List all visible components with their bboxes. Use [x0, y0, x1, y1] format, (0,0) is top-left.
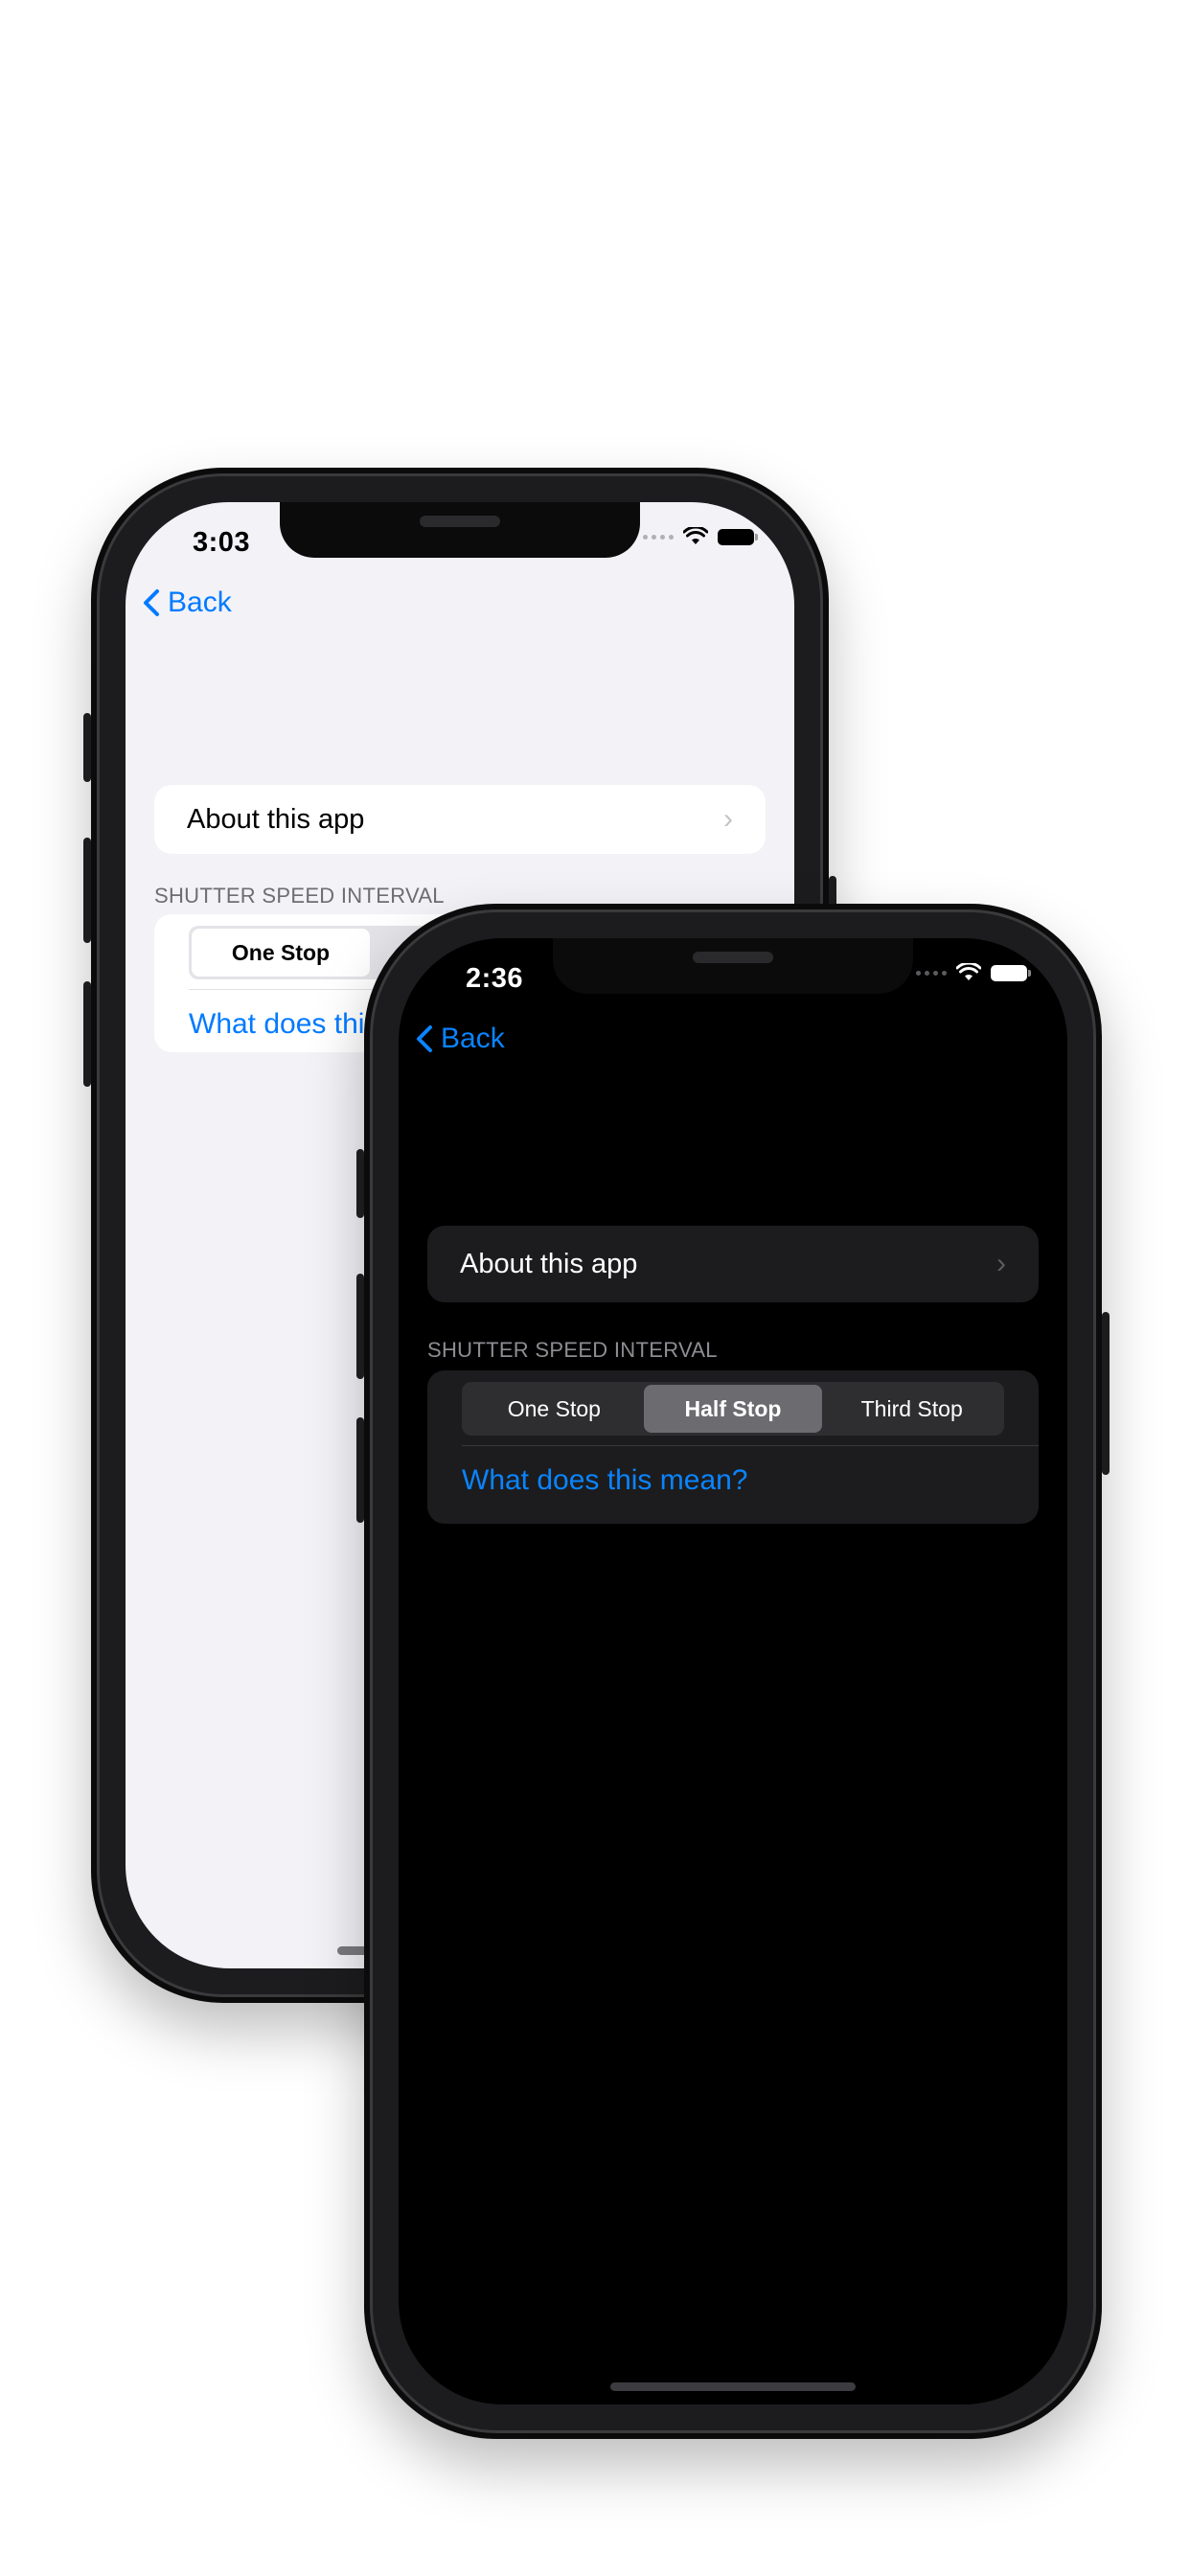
- segment-half-stop[interactable]: Half Stop: [643, 1385, 823, 1433]
- chevron-right-icon: ›: [723, 803, 733, 835]
- shutter-interval-card: One Stop Half Stop Third Stop What does …: [427, 1370, 1039, 1524]
- wifi-icon: [956, 963, 981, 980]
- about-app-row[interactable]: About this app ›: [427, 1226, 1039, 1302]
- status-time: 2:36: [466, 963, 524, 994]
- mute-switch: [83, 713, 91, 782]
- status-icons: [643, 527, 758, 546]
- volume-down-button: [356, 1417, 364, 1523]
- back-label: Back: [168, 586, 232, 618]
- wifi-icon: [683, 527, 708, 544]
- about-app-row[interactable]: About this app ›: [154, 785, 766, 854]
- volume-up-button: [356, 1274, 364, 1379]
- status-icons: [916, 963, 1031, 982]
- battery-icon: [718, 528, 758, 545]
- cellular-dots-icon: [916, 970, 947, 976]
- what-does-this-mean-link[interactable]: What does this: [189, 1008, 378, 1041]
- row-divider: [462, 1445, 1039, 1446]
- chevron-right-icon: ›: [996, 1248, 1006, 1279]
- chevron-left-icon: [417, 1025, 432, 1052]
- back-button[interactable]: Back: [143, 586, 232, 619]
- battery-icon: [991, 964, 1031, 981]
- home-indicator: [610, 2382, 856, 2391]
- notch: [553, 938, 913, 994]
- back-label: Back: [441, 1023, 505, 1054]
- power-button: [1102, 1312, 1110, 1475]
- section-header: SHUTTER SPEED INTERVAL: [427, 1338, 718, 1362]
- about-app-label: About this app: [460, 1248, 638, 1279]
- dark-mode-phone: 2:36 Back About this app › SHUTTER SPEED…: [356, 904, 1110, 2439]
- dark-screen: 2:36 Back About this app › SHUTTER SPEED…: [399, 938, 1067, 2404]
- mute-switch: [356, 1149, 364, 1218]
- status-time: 3:03: [193, 527, 251, 558]
- cellular-dots-icon: [643, 534, 674, 540]
- speaker: [693, 952, 773, 963]
- about-app-label: About this app: [187, 803, 365, 835]
- notch: [280, 502, 640, 558]
- volume-up-button: [83, 838, 91, 943]
- what-does-this-mean-link[interactable]: What does this mean?: [462, 1464, 748, 1497]
- speaker: [420, 516, 500, 527]
- shutter-interval-segmented-control: One Stop Half Stop Third Stop: [462, 1382, 1004, 1436]
- segment-third-stop[interactable]: Third Stop: [822, 1385, 1001, 1433]
- back-button[interactable]: Back: [416, 1023, 505, 1055]
- segment-one-stop[interactable]: One Stop: [465, 1385, 644, 1433]
- volume-down-button: [83, 981, 91, 1087]
- chevron-left-icon: [144, 589, 159, 616]
- section-header: SHUTTER SPEED INTERVAL: [154, 884, 445, 908]
- segment-one-stop[interactable]: One Stop: [192, 929, 370, 977]
